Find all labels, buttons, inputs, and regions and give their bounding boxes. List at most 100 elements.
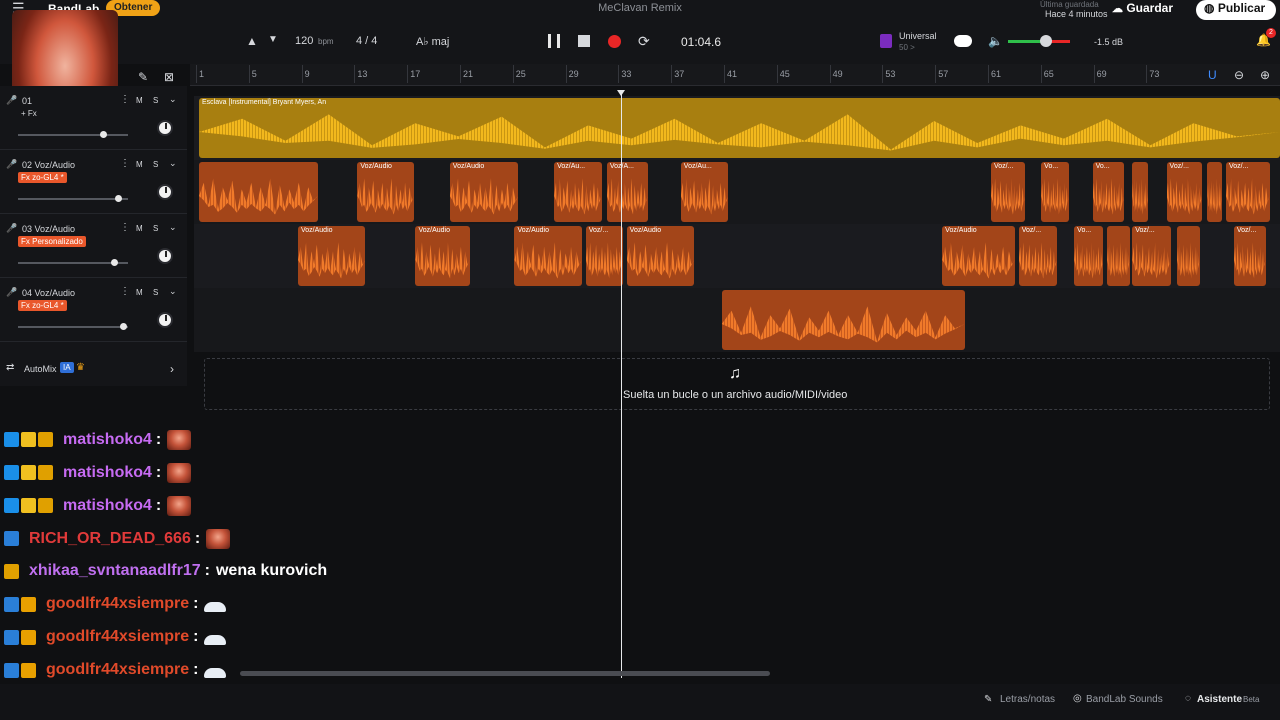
pause-button[interactable]: [548, 34, 560, 48]
magnet-icon[interactable]: U: [1208, 68, 1217, 82]
volume-handle[interactable]: [110, 259, 118, 266]
save-button[interactable]: ☁ Guardar: [1112, 0, 1188, 18]
pan-knob[interactable]: [157, 184, 173, 200]
project-title[interactable]: MeClavan Remix: [560, 2, 720, 14]
audio-clip[interactable]: Vo...: [1041, 162, 1069, 222]
audio-clip[interactable]: Voz/Audio: [449, 162, 519, 222]
track-lane[interactable]: Esclava [Instrumental] Bryant Myers, An: [194, 96, 1280, 160]
track-volume-slider[interactable]: [18, 323, 128, 330]
audio-clip[interactable]: Voz/...: [1233, 226, 1266, 286]
track-menu-icon[interactable]: ⋮: [120, 94, 130, 105]
bandlab-sounds-button[interactable]: BandLab Sounds: [1086, 694, 1163, 705]
audio-clip[interactable]: Voz/...: [585, 226, 623, 286]
track-menu-icon[interactable]: ⋮: [120, 222, 130, 233]
chevron-down-icon[interactable]: ⌄: [169, 94, 177, 105]
track-header[interactable]: 🎤 03 Voz/Audio ⋮ M S ⌄ Fx Personalizado: [0, 214, 187, 278]
chevron-down-icon[interactable]: ⌄: [169, 286, 177, 297]
volume-handle[interactable]: [115, 195, 123, 202]
audio-clip[interactable]: [1107, 226, 1130, 286]
master-volume-handle[interactable]: [1040, 35, 1052, 47]
audio-clip[interactable]: Voz/Audio: [942, 226, 1015, 286]
track-volume-slider[interactable]: [18, 195, 128, 202]
mute-button[interactable]: M: [136, 224, 143, 233]
audio-clip[interactable]: Voz/Audio: [514, 226, 582, 286]
audio-clip[interactable]: [199, 162, 318, 222]
audio-clip[interactable]: [1177, 226, 1200, 286]
track-name[interactable]: 04 Voz/Audio: [22, 288, 75, 298]
chevron-down-icon[interactable]: ⌄: [169, 222, 177, 233]
pan-knob[interactable]: [157, 312, 173, 328]
zoom-out-icon[interactable]: ⊖: [1234, 68, 1244, 82]
preset-icon[interactable]: [880, 34, 892, 48]
record-button[interactable]: [608, 35, 621, 48]
volume-handle[interactable]: [119, 323, 127, 330]
key-selector[interactable]: A♭ maj: [416, 35, 449, 48]
audio-clip[interactable]: Voz/...: [1166, 162, 1203, 222]
mute-button[interactable]: M: [136, 288, 143, 297]
fx-chain-tag[interactable]: Fx Personalizado: [18, 236, 86, 247]
preset-name[interactable]: Universal: [899, 31, 937, 41]
track-header[interactable]: 🎤 02 Voz/Audio ⋮ M S ⌄ Fx zo-GL4 *: [0, 150, 187, 214]
solo-button[interactable]: S: [153, 160, 158, 169]
mute-button[interactable]: M: [136, 96, 143, 105]
track-lane[interactable]: Voz/Audio Voz/Audio Voz/Au... Voz/A... Voz/A…: [194, 160, 1280, 224]
track-menu-icon[interactable]: ⋮: [120, 158, 130, 169]
solo-button[interactable]: S: [153, 224, 158, 233]
fx-chain-tag[interactable]: Fx zo-GL4 *: [18, 172, 67, 183]
mic-icon[interactable]: 🎤: [6, 95, 17, 106]
audio-clip[interactable]: [1207, 162, 1222, 222]
pan-knob[interactable]: [157, 248, 173, 264]
pencil-icon[interactable]: ✎: [138, 70, 148, 84]
speaker-icon[interactable]: 🔈: [988, 34, 1003, 48]
solo-button[interactable]: S: [153, 96, 158, 105]
timeline-ruler[interactable]: 1 5 9 13 17 21 25 29 33 37 41 45 49 53 57 61 65 69 73: [190, 64, 1280, 86]
fx-chain-tag[interactable]: + Fx: [18, 108, 40, 119]
audio-clip[interactable]: Voz/...: [1018, 226, 1057, 286]
horizontal-scrollbar[interactable]: [240, 671, 770, 676]
zoom-in-icon[interactable]: ⊕: [1260, 68, 1270, 82]
mic-icon[interactable]: 🎤: [6, 159, 17, 170]
audio-clip[interactable]: Voz/Audio: [298, 226, 366, 286]
audio-clip[interactable]: Vo...: [1092, 162, 1125, 222]
automix-row[interactable]: ⇄ AutoMix IA ♛ ›: [0, 360, 187, 378]
audio-clip[interactable]: Voz/...: [1132, 226, 1171, 286]
audio-clip[interactable]: Esclava [Instrumental] Bryant Myers, An: [199, 98, 1280, 158]
track-lane[interactable]: Voz/Audio Voz/Audio Voz/Audio Voz/... Voz/Au…: [194, 224, 1280, 288]
stop-button[interactable]: [578, 35, 590, 47]
preset-toggle[interactable]: [954, 35, 972, 47]
collapse-icon[interactable]: ⊠: [164, 70, 174, 84]
track-name[interactable]: 03 Voz/Audio: [22, 224, 75, 234]
audio-clip[interactable]: [721, 290, 965, 350]
track-header[interactable]: 🎤 01 ⋮ M S ⌄ + Fx: [0, 86, 187, 150]
playhead[interactable]: [621, 92, 622, 678]
audio-clip[interactable]: Vo...: [1074, 226, 1104, 286]
metronome-icon[interactable]: ▲: [246, 34, 258, 48]
track-volume-slider[interactable]: [18, 131, 128, 138]
mic-icon[interactable]: 🎤: [6, 287, 17, 298]
audio-clip[interactable]: Voz/Audio: [415, 226, 470, 286]
loop-icon[interactable]: ⟳: [638, 33, 650, 50]
audio-clip[interactable]: Voz/Audio: [357, 162, 415, 222]
audio-clip[interactable]: Voz/Audio: [626, 226, 694, 286]
time-signature[interactable]: 4 / 4: [356, 35, 377, 47]
audio-clip[interactable]: Voz/A...: [606, 162, 648, 222]
pan-knob[interactable]: [157, 120, 173, 136]
audio-clip[interactable]: Voz/...: [991, 162, 1026, 222]
publish-button[interactable]: ◍ Publicar: [1196, 0, 1276, 20]
audio-clip[interactable]: Voz/Au...: [680, 162, 729, 222]
mute-button[interactable]: M: [136, 160, 143, 169]
audio-clip[interactable]: Voz/Au...: [554, 162, 602, 222]
track-menu-icon[interactable]: ⋮: [120, 286, 130, 297]
master-volume-slider[interactable]: [1008, 40, 1070, 43]
audio-clip[interactable]: Voz/...: [1225, 162, 1270, 222]
mic-icon[interactable]: 🎤: [6, 223, 17, 234]
solo-button[interactable]: S: [153, 288, 158, 297]
lyrics-notes-button[interactable]: Letras/notas: [1000, 694, 1055, 705]
track-volume-slider[interactable]: [18, 259, 128, 266]
track-lane[interactable]: [194, 288, 1280, 352]
chevron-down-icon[interactable]: ▼: [268, 34, 278, 45]
drop-zone[interactable]: ♫ Suelta un bucle o un archivo audio/MID…: [204, 358, 1270, 410]
fx-chain-tag[interactable]: Fx zo-GL4 *: [18, 300, 67, 311]
audio-clip[interactable]: [1132, 162, 1149, 222]
chevron-right-icon[interactable]: ›: [170, 362, 174, 376]
